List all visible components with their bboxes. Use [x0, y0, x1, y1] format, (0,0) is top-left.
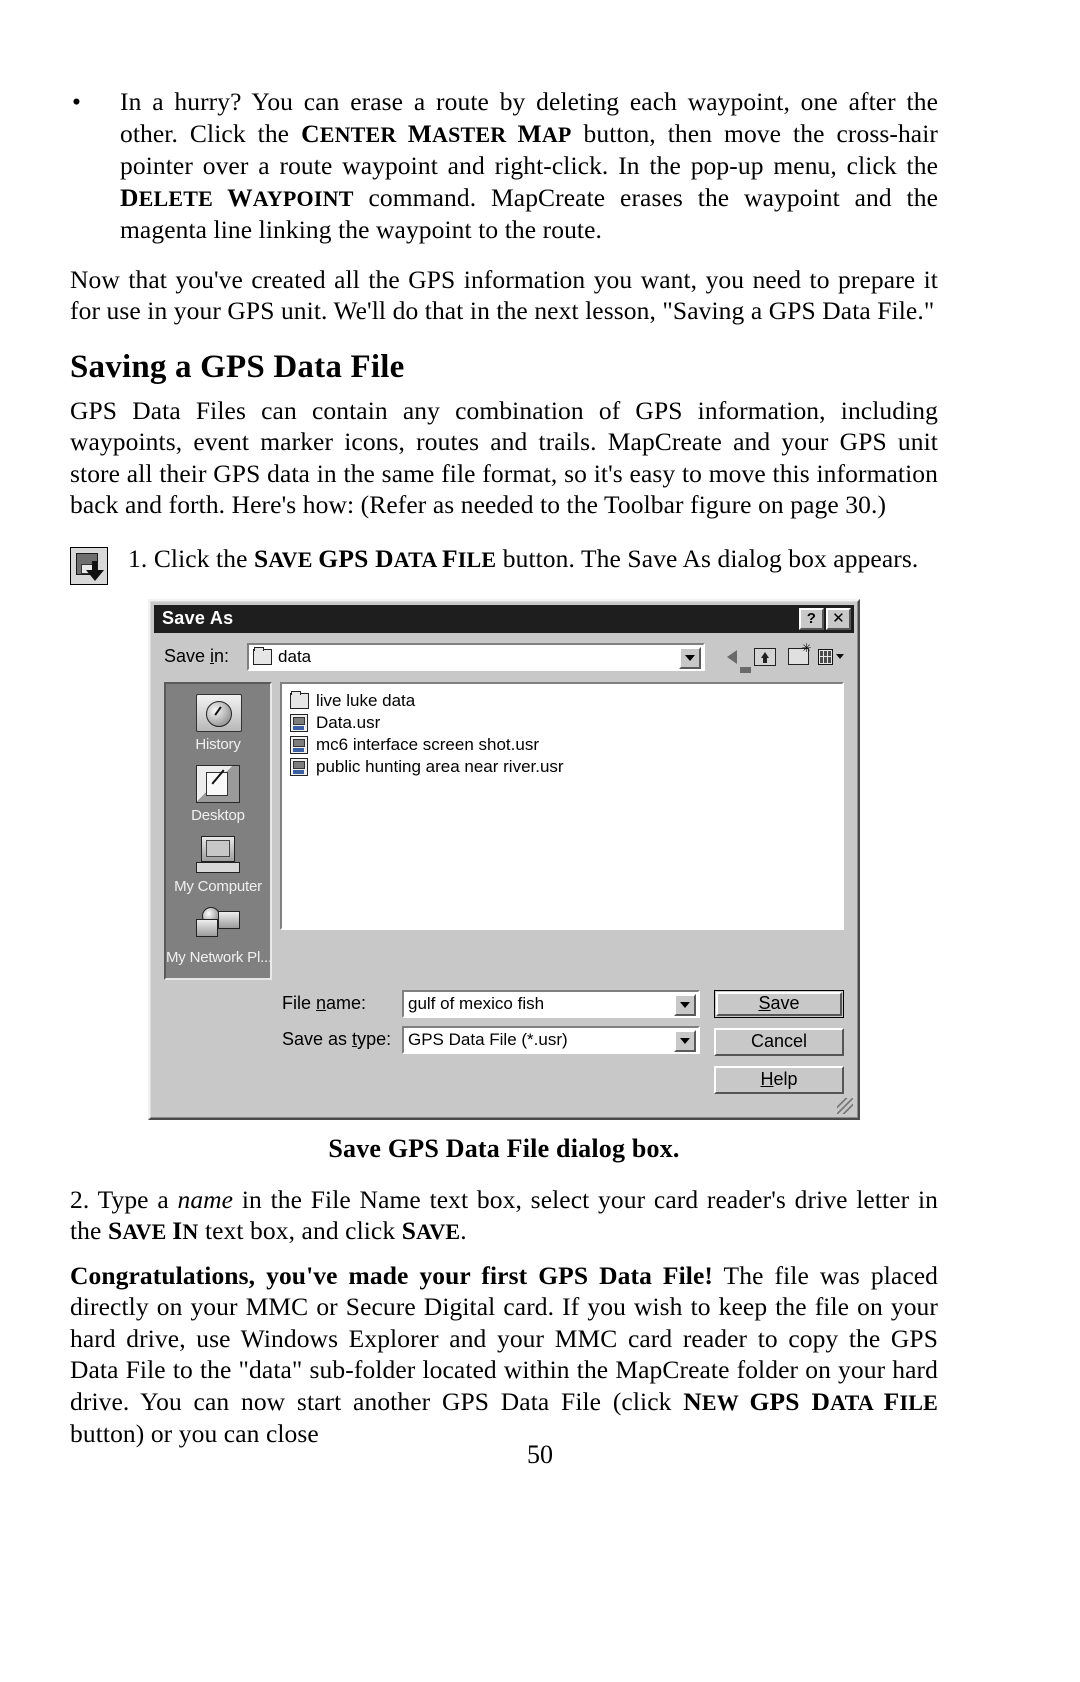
section-paragraph: GPS Data Files can contain any combinati…: [70, 395, 938, 520]
save-in-value: data: [278, 646, 312, 666]
step-1-segment-1: Click the: [153, 543, 254, 573]
place-label: My Network Pl...: [166, 948, 270, 966]
step-1-number: 1.: [128, 543, 154, 573]
place-label: Desktop: [191, 806, 245, 824]
help-button-label: Help: [760, 1069, 798, 1089]
section-heading: Saving a GPS Data File: [70, 348, 405, 385]
my-computer-icon: [196, 835, 240, 876]
help-titlebar-button[interactable]: ?: [799, 607, 824, 630]
file-name: live luke data: [316, 690, 416, 710]
bullet-marker: •: [72, 87, 81, 116]
dialog-title: Save As: [162, 608, 234, 628]
save-as-type-label: Save as type:: [282, 1029, 392, 1049]
save-in-combobox[interactable]: data: [247, 642, 705, 671]
back-arrow-icon[interactable]: [719, 644, 751, 673]
save-in-dropdown-arrow[interactable]: [679, 646, 701, 669]
save-gps-data-file-icon: [70, 546, 108, 585]
new-folder-icon[interactable]: ✳: [785, 642, 812, 670]
place-label: My Computer: [174, 877, 262, 895]
step-2-italic-name: name: [177, 1184, 234, 1214]
step-2-segment-3: text box, and click: [198, 1216, 402, 1245]
file-name: public hunting area near river.usr: [316, 756, 564, 776]
list-item[interactable]: public hunting area near river.usr: [286, 756, 838, 778]
chevron-down-icon: [680, 1001, 690, 1008]
place-label: History: [195, 735, 241, 753]
smallcaps-delete-waypoint: DELETE WAYPOINT: [120, 182, 354, 212]
save-in-row: Save in: data ✳: [164, 641, 844, 673]
file-list[interactable]: live luke data Data.usr mc6 interface sc…: [280, 681, 844, 930]
save-as-type-combobox[interactable]: GPS Data File (*.usr): [402, 1025, 700, 1054]
file-name-input[interactable]: gulf of mexico fish: [402, 989, 700, 1018]
smallcaps-save: SAVE: [401, 1216, 461, 1245]
resize-grip[interactable]: [837, 1097, 853, 1114]
chevron-down-icon: [680, 1037, 690, 1044]
save-as-type-value: GPS Data File (*.usr): [408, 1029, 568, 1049]
list-item[interactable]: Data.usr: [286, 712, 838, 734]
save-button-label: Save: [758, 993, 800, 1013]
save-as-type-row: Save as type: GPS Data File (*.usr): [282, 1025, 700, 1054]
view-menu-icon[interactable]: [818, 644, 844, 670]
down-arrow-glyph: [86, 569, 104, 581]
step-1-segment-2: button. The Save As dialog box appears.: [496, 543, 919, 573]
save-as-type-dropdown-arrow[interactable]: [674, 1029, 696, 1052]
usr-file-icon: [290, 757, 312, 776]
place-my-computer[interactable]: My Computer: [166, 835, 270, 895]
step-2-segment-1: 2. Type a: [70, 1184, 178, 1214]
smallcaps-new-gps-data-file: NEW GPS DATA FILE: [683, 1386, 938, 1416]
save-button[interactable]: Save: [714, 989, 844, 1018]
file-name-label: File name:: [282, 993, 367, 1013]
dialog-mid-area: History Desktop My Computer My Network P…: [164, 681, 844, 980]
list-item[interactable]: live luke data: [286, 690, 838, 712]
dialog-titlebar: Save As ? ✕: [154, 604, 854, 633]
document-page: • In a hurry? You can erase a route by d…: [70, 86, 938, 1450]
history-icon: [196, 693, 242, 734]
smallcaps-center-master-map: CENTER MASTER MAP: [301, 118, 572, 148]
place-history[interactable]: History: [166, 693, 270, 753]
step-1-row: 1. Click the SAVE GPS DATA FILE button. …: [70, 543, 938, 585]
desktop-icon: [196, 764, 240, 805]
file-name-row: File name: gulf of mexico fish: [282, 989, 700, 1018]
file-name: Data.usr: [316, 712, 381, 732]
usr-file-icon: [290, 713, 312, 732]
bullet-list-item: • In a hurry? You can erase a route by d…: [70, 86, 938, 246]
usr-file-icon: [290, 735, 312, 754]
chevron-down-icon: [685, 654, 695, 661]
figure-caption: Save GPS Data File dialog box.: [328, 1133, 680, 1163]
step-2-segment-4: .: [460, 1216, 467, 1245]
final-paragraph: Congratulations, you've made your first …: [70, 1260, 938, 1450]
help-button[interactable]: Help: [714, 1065, 844, 1094]
bullet-text: In a hurry? You can erase a route by del…: [120, 86, 938, 246]
cancel-button[interactable]: Cancel: [714, 1027, 844, 1056]
dialog-bottom-area: File name: gulf of mexico fish Save as t…: [164, 989, 844, 1104]
up-one-level-icon[interactable]: [752, 644, 778, 670]
place-my-network-places[interactable]: My Network Pl...: [166, 906, 270, 966]
file-name-value: gulf of mexico fish: [408, 993, 545, 1013]
congratulations-lead: Congratulations, you've made your first …: [70, 1260, 713, 1290]
dialog-nav-toolbar: ✳: [719, 642, 844, 673]
file-name: mc6 interface screen shot.usr: [316, 734, 539, 754]
place-desktop[interactable]: Desktop: [166, 764, 270, 824]
places-bar: History Desktop My Computer My Network P…: [164, 681, 272, 980]
smallcaps-save-in: SAVE IN: [107, 1216, 199, 1245]
file-name-dropdown-arrow[interactable]: [674, 993, 696, 1016]
step-1-icon-cell: [70, 543, 128, 585]
my-network-places-icon: [196, 906, 240, 947]
folder-icon: [290, 690, 312, 709]
step-1-text: 1. Click the SAVE GPS DATA FILE button. …: [128, 543, 938, 585]
step-2-paragraph: 2. Type a name in the File Name text box…: [70, 1184, 938, 1248]
close-titlebar-button[interactable]: ✕: [826, 607, 851, 630]
figure-save-as-dialog: Save As ? ✕ Save in: data ✳ History Desk…: [70, 598, 938, 1120]
intro-paragraph: Now that you've created all the GPS info…: [70, 264, 938, 326]
folder-icon: [253, 646, 273, 665]
list-item[interactable]: mc6 interface screen shot.usr: [286, 734, 838, 756]
save-as-dialog: Save As ? ✕ Save in: data ✳ History Desk…: [148, 598, 860, 1120]
smallcaps-save-gps-data-file: SAVE GPS DATA FILE: [253, 543, 497, 573]
save-in-label: Save in:: [164, 646, 230, 666]
page-number: 50: [527, 1440, 553, 1469]
